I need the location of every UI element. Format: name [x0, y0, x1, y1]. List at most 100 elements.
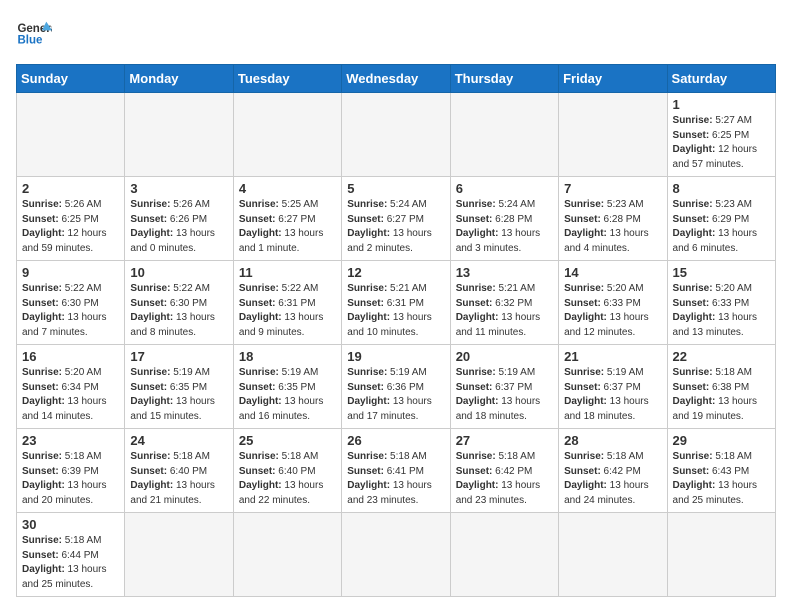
day-number: 27 — [456, 433, 553, 448]
day-info: Sunrise: 5:19 AMSunset: 6:35 PMDaylight:… — [239, 366, 336, 424]
calendar-cell: 4 Sunrise: 5:25 AMSunset: 6:27 PMDaylight… — [233, 177, 341, 261]
day-info: Sunrise: 5:24 AMSunset: 6:27 PMDaylight:… — [347, 198, 444, 256]
day-number: 8 — [673, 181, 770, 196]
calendar-cell: 8 Sunrise: 5:23 AMSunset: 6:29 PMDaylight… — [667, 177, 775, 261]
day-number: 4 — [239, 181, 336, 196]
day-info: Sunrise: 5:18 AMSunset: 6:40 PMDaylight:… — [130, 450, 227, 508]
day-number: 22 — [673, 349, 770, 364]
calendar-cell: 5Sunrise: 5:24 AMSunset: 6:27 PMDaylight… — [342, 177, 450, 261]
calendar-cell: 18 Sunrise: 5:19 AMSunset: 6:35 PMDayligh… — [233, 345, 341, 429]
calendar-cell — [450, 513, 558, 597]
day-info: Sunrise: 5:27 AMSunset: 6:25 PMDaylight:… — [673, 114, 770, 172]
calendar-cell: 22 Sunrise: 5:18 AMSunset: 6:38 PMDayligh… — [667, 345, 775, 429]
calendar-week-row: 2 Sunrise: 5:26 AMSunset: 6:25 PMDaylight… — [17, 177, 776, 261]
calendar-cell: 20Sunrise: 5:19 AMSunset: 6:37 PMDayligh… — [450, 345, 558, 429]
day-number: 15 — [673, 265, 770, 280]
calendar-cell: 19 Sunrise: 5:19 AMSunset: 6:36 PMDayligh… — [342, 345, 450, 429]
day-number: 26 — [347, 433, 444, 448]
calendar-cell: 2 Sunrise: 5:26 AMSunset: 6:25 PMDaylight… — [17, 177, 125, 261]
day-info: Sunrise: 5:21 AMSunset: 6:31 PMDaylight:… — [347, 282, 444, 340]
calendar-cell: 7 Sunrise: 5:23 AMSunset: 6:28 PMDaylight… — [559, 177, 667, 261]
calendar-cell: 9Sunrise: 5:22 AMSunset: 6:30 PMDaylight… — [17, 261, 125, 345]
svg-text:Blue: Blue — [17, 34, 43, 46]
day-number: 23 — [22, 433, 119, 448]
day-number: 18 — [239, 349, 336, 364]
day-number: 13 — [456, 265, 553, 280]
calendar-week-row: 23 Sunrise: 5:18 AMSunset: 6:39 PMDayligh… — [17, 429, 776, 513]
day-info: Sunrise: 5:20 AMSunset: 6:34 PMDaylight:… — [22, 366, 119, 424]
day-info: Sunrise: 5:26 AMSunset: 6:25 PMDaylight:… — [22, 198, 119, 256]
day-number: 17 — [130, 349, 227, 364]
logo-icon: General Blue — [16, 16, 52, 52]
calendar-cell: 26 Sunrise: 5:18 AMSunset: 6:41 PMDayligh… — [342, 429, 450, 513]
calendar-cell — [342, 513, 450, 597]
logo: General Blue — [16, 16, 52, 52]
day-number: 30 — [22, 517, 119, 532]
calendar-cell: 21Sunrise: 5:19 AMSunset: 6:37 PMDayligh… — [559, 345, 667, 429]
calendar-cell: 6 Sunrise: 5:24 AMSunset: 6:28 PMDaylight… — [450, 177, 558, 261]
day-number: 1 — [673, 97, 770, 112]
weekday-header-thursday: Thursday — [450, 65, 558, 93]
calendar-cell — [342, 93, 450, 177]
calendar-cell: 11 Sunrise: 5:22 AMSunset: 6:31 PMDayligh… — [233, 261, 341, 345]
day-number: 14 — [564, 265, 661, 280]
calendar-cell: 16Sunrise: 5:20 AMSunset: 6:34 PMDayligh… — [17, 345, 125, 429]
calendar-cell: 14 Sunrise: 5:20 AMSunset: 6:33 PMDayligh… — [559, 261, 667, 345]
day-info: Sunrise: 5:24 AMSunset: 6:28 PMDaylight:… — [456, 198, 553, 256]
calendar-cell: 24 Sunrise: 5:18 AMSunset: 6:40 PMDayligh… — [125, 429, 233, 513]
day-number: 7 — [564, 181, 661, 196]
day-info: Sunrise: 5:18 AMSunset: 6:39 PMDaylight:… — [22, 450, 119, 508]
day-number: 11 — [239, 265, 336, 280]
day-info: Sunrise: 5:18 AMSunset: 6:42 PMDaylight:… — [564, 450, 661, 508]
day-info: Sunrise: 5:23 AMSunset: 6:28 PMDaylight:… — [564, 198, 661, 256]
day-number: 9 — [22, 265, 119, 280]
day-number: 28 — [564, 433, 661, 448]
day-number: 2 — [22, 181, 119, 196]
weekday-header-saturday: Saturday — [667, 65, 775, 93]
calendar-cell: 1 Sunrise: 5:27 AMSunset: 6:25 PMDaylight… — [667, 93, 775, 177]
header: General Blue — [16, 16, 776, 52]
calendar-week-row: 30 Sunrise: 5:18 AMSunset: 6:44 PMDayligh… — [17, 513, 776, 597]
day-number: 3 — [130, 181, 227, 196]
day-number: 25 — [239, 433, 336, 448]
day-number: 6 — [456, 181, 553, 196]
day-number: 19 — [347, 349, 444, 364]
day-info: Sunrise: 5:18 AMSunset: 6:43 PMDaylight:… — [673, 450, 770, 508]
day-info: Sunrise: 5:18 AMSunset: 6:41 PMDaylight:… — [347, 450, 444, 508]
day-info: Sunrise: 5:18 AMSunset: 6:44 PMDaylight:… — [22, 534, 119, 592]
weekday-header-row: SundayMondayTuesdayWednesdayThursdayFrid… — [17, 65, 776, 93]
calendar-cell: 15 Sunrise: 5:20 AMSunset: 6:33 PMDayligh… — [667, 261, 775, 345]
day-info: Sunrise: 5:19 AMSunset: 6:37 PMDaylight:… — [564, 366, 661, 424]
calendar-cell — [17, 93, 125, 177]
day-info: Sunrise: 5:21 AMSunset: 6:32 PMDaylight:… — [456, 282, 553, 340]
weekday-header-wednesday: Wednesday — [342, 65, 450, 93]
calendar-cell — [125, 93, 233, 177]
calendar-cell: 27 Sunrise: 5:18 AMSunset: 6:42 PMDayligh… — [450, 429, 558, 513]
calendar-cell: 12 Sunrise: 5:21 AMSunset: 6:31 PMDayligh… — [342, 261, 450, 345]
day-info: Sunrise: 5:19 AMSunset: 6:36 PMDaylight:… — [347, 366, 444, 424]
day-info: Sunrise: 5:19 AMSunset: 6:37 PMDaylight:… — [456, 366, 553, 424]
day-info: Sunrise: 5:18 AMSunset: 6:38 PMDaylight:… — [673, 366, 770, 424]
day-info: Sunrise: 5:18 AMSunset: 6:42 PMDaylight:… — [456, 450, 553, 508]
day-number: 12 — [347, 265, 444, 280]
day-info: Sunrise: 5:25 AMSunset: 6:27 PMDaylight:… — [239, 198, 336, 256]
day-info: Sunrise: 5:22 AMSunset: 6:31 PMDaylight:… — [239, 282, 336, 340]
day-info: Sunrise: 5:20 AMSunset: 6:33 PMDaylight:… — [564, 282, 661, 340]
day-number: 10 — [130, 265, 227, 280]
calendar-cell: 29Sunrise: 5:18 AMSunset: 6:43 PMDayligh… — [667, 429, 775, 513]
weekday-header-tuesday: Tuesday — [233, 65, 341, 93]
calendar-cell — [233, 513, 341, 597]
calendar-cell: 3Sunrise: 5:26 AMSunset: 6:26 PMDaylight… — [125, 177, 233, 261]
day-info: Sunrise: 5:23 AMSunset: 6:29 PMDaylight:… — [673, 198, 770, 256]
calendar-week-row: 9 Sunrise: 5:22 AMSunset: 6:30 PMDaylight… — [17, 261, 776, 345]
calendar-cell: 13 Sunrise: 5:21 AMSunset: 6:32 PMDayligh… — [450, 261, 558, 345]
calendar-table: SundayMondayTuesdayWednesdayThursdayFrid… — [16, 64, 776, 597]
calendar-cell — [667, 513, 775, 597]
day-info: Sunrise: 5:22 AMSunset: 6:30 PMDaylight:… — [130, 282, 227, 340]
weekday-header-friday: Friday — [559, 65, 667, 93]
day-info: Sunrise: 5:20 AMSunset: 6:33 PMDaylight:… — [673, 282, 770, 340]
day-number: 24 — [130, 433, 227, 448]
calendar-cell: 10 Sunrise: 5:22 AMSunset: 6:30 PMDayligh… — [125, 261, 233, 345]
calendar-cell: 25Sunrise: 5:18 AMSunset: 6:40 PMDayligh… — [233, 429, 341, 513]
calendar-cell: 23 Sunrise: 5:18 AMSunset: 6:39 PMDayligh… — [17, 429, 125, 513]
